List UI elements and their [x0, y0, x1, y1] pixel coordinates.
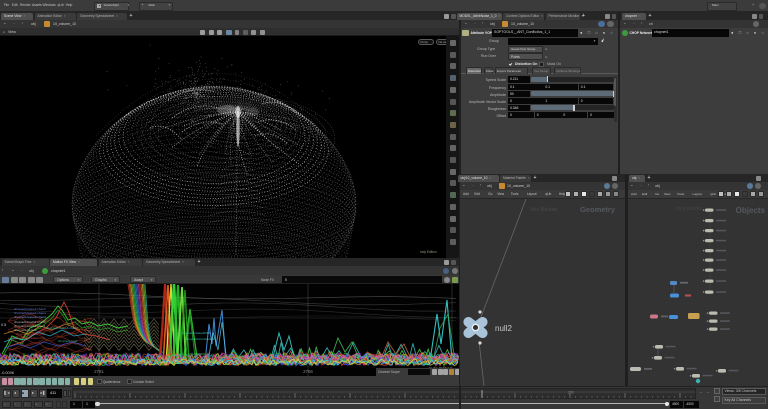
svg-text:chopnet1/spring4f06: chopnet1/spring4f06 [177, 352, 205, 356]
svg-text:chopnet1/wave2:chan2: chopnet1/wave2:chan2 [14, 315, 46, 319]
svg-text:chopnet1/wave4:chan3: chopnet1/wave4:chan3 [46, 326, 78, 330]
svg-text:Vex Builder: Vex Builder [530, 207, 558, 213]
svg-text:lorg blocks: lorg blocks [676, 206, 703, 212]
svg-text:2761: 2761 [94, 369, 104, 374]
svg-text:Geometry: Geometry [580, 205, 616, 214]
svg-text:null2: null2 [495, 324, 512, 333]
svg-text:chopnet1/wave4D08: chopnet1/wave4D08 [182, 331, 210, 335]
svg-text:chopnet1/lag1: chopnet1/lag1 [58, 339, 78, 343]
svg-text:Objects: Objects [736, 206, 766, 215]
svg-text:2766: 2766 [303, 369, 313, 374]
svg-text:200: 200 [568, 390, 574, 394]
svg-text:0.5: 0.5 [1, 323, 6, 327]
svg-text:chopnet1/constant11: chopnet1/constant11 [186, 337, 215, 341]
svg-text:chopnet1/noise2:ch1: chopnet1/noise2:ch1 [16, 336, 45, 340]
svg-text:-0.0096: -0.0096 [1, 371, 14, 375]
